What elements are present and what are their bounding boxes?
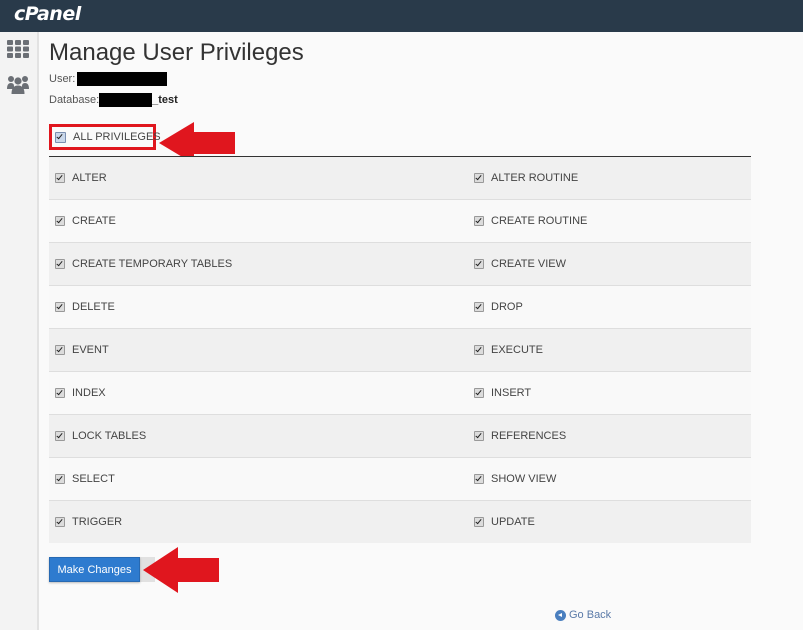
make-changes-button[interactable]: Make Changes	[49, 557, 140, 582]
privilege-checkbox-create-view[interactable]: CREATE VIEW	[468, 258, 751, 270]
table-row: ALTER ALTER ROUTINE	[49, 157, 751, 200]
privilege-checkbox-create-routine[interactable]: CREATE ROUTINE	[468, 215, 751, 227]
privilege-label: CREATE VIEW	[491, 258, 566, 270]
all-privileges-label: ALL PRIVILEGES	[73, 131, 161, 143]
checkbox-checked-icon[interactable]	[474, 388, 484, 398]
privilege-label: EXECUTE	[491, 344, 543, 356]
privilege-checkbox-select[interactable]: SELECT	[49, 473, 468, 485]
privilege-label: SELECT	[72, 473, 115, 485]
table-row: SELECT SHOW VIEW	[49, 458, 751, 501]
privilege-label: INSERT	[491, 387, 532, 399]
privilege-label: CREATE TEMPORARY TABLES	[72, 258, 233, 270]
privilege-checkbox-update[interactable]: UPDATE	[468, 516, 751, 528]
privilege-checkbox-index[interactable]: INDEX	[49, 387, 468, 399]
go-back-link[interactable]: Go Back	[555, 609, 611, 621]
privilege-checkbox-insert[interactable]: INSERT	[468, 387, 751, 399]
checkbox-checked-icon[interactable]	[55, 302, 65, 312]
user-line: User:	[49, 72, 168, 86]
privilege-checkbox-trigger[interactable]: TRIGGER	[49, 516, 468, 528]
checkbox-checked-icon[interactable]	[474, 173, 484, 183]
privilege-checkbox-create-temporary-tables[interactable]: CREATE TEMPORARY TABLES	[49, 258, 468, 270]
privileges-table: ALTER ALTER ROUTINE CREATE CREATE ROUTIN…	[49, 156, 751, 543]
privilege-checkbox-execute[interactable]: EXECUTE	[468, 344, 751, 356]
user-value-redacted	[77, 72, 168, 86]
privilege-checkbox-alter[interactable]: ALTER	[49, 172, 468, 184]
table-row: CREATE TEMPORARY TABLES CREATE VIEW	[49, 243, 751, 286]
table-row: TRIGGER UPDATE	[49, 501, 751, 543]
table-row: EVENT EXECUTE	[49, 329, 751, 372]
go-back-label: Go Back	[569, 609, 612, 621]
privilege-label: LOCK TABLES	[72, 430, 147, 442]
table-row: DELETE DROP	[49, 286, 751, 329]
checkbox-checked-icon[interactable]	[474, 517, 484, 527]
all-privileges-checkbox[interactable]: ALL PRIVILEGES	[49, 124, 161, 150]
sidebar	[0, 32, 39, 630]
checkbox-checked-icon[interactable]	[55, 345, 65, 355]
checkbox-checked-icon[interactable]	[55, 474, 65, 484]
privilege-label: EVENT	[72, 344, 109, 356]
arrow-circle-left-icon	[555, 609, 566, 621]
database-label: Database:	[49, 94, 100, 106]
privilege-label: CREATE	[72, 215, 116, 227]
checkbox-checked-icon[interactable]	[474, 474, 484, 484]
privilege-checkbox-delete[interactable]: DELETE	[49, 301, 468, 313]
privilege-label: REFERENCES	[491, 430, 567, 442]
checkbox-checked-icon[interactable]	[474, 302, 484, 312]
checkbox-checked-icon[interactable]	[474, 216, 484, 226]
make-changes-button-wrapper: Make Changes	[49, 557, 155, 582]
privilege-checkbox-drop[interactable]: DROP	[468, 301, 751, 313]
database-line: Database: _test	[49, 93, 178, 107]
privilege-label: INDEX	[72, 387, 106, 399]
privilege-label: ALTER ROUTINE	[491, 172, 579, 184]
checkbox-checked-icon[interactable]	[55, 259, 65, 269]
privilege-checkbox-create[interactable]: CREATE	[49, 215, 468, 227]
checkbox-checked-icon[interactable]	[55, 388, 65, 398]
table-row: CREATE CREATE ROUTINE	[49, 200, 751, 243]
top-header-bar: cPanel	[0, 0, 803, 32]
privilege-label: UPDATE	[491, 516, 535, 528]
checkbox-checked-icon[interactable]	[55, 517, 65, 527]
users-icon[interactable]	[7, 75, 29, 97]
table-row: INDEX INSERT	[49, 372, 751, 415]
privilege-checkbox-alter-routine[interactable]: ALTER ROUTINE	[468, 172, 751, 184]
checkbox-checked-icon[interactable]	[55, 216, 65, 226]
checkbox-checked-icon[interactable]	[55, 173, 65, 183]
user-label: User:	[49, 73, 76, 85]
privilege-checkbox-show-view[interactable]: SHOW VIEW	[468, 473, 751, 485]
page-title: Manage User Privileges	[49, 39, 304, 66]
privilege-label: ALTER	[72, 172, 107, 184]
database-value-redacted	[99, 93, 153, 107]
table-row: LOCK TABLES REFERENCES	[49, 415, 751, 458]
checkbox-checked-icon[interactable]	[474, 431, 484, 441]
checkbox-checked-icon[interactable]	[55, 131, 66, 143]
database-value-suffix: _test	[152, 94, 178, 106]
privilege-checkbox-event[interactable]: EVENT	[49, 344, 468, 356]
privilege-label: DROP	[491, 301, 523, 313]
checkbox-checked-icon[interactable]	[474, 345, 484, 355]
grid-icon[interactable]	[7, 40, 29, 62]
privilege-label: DELETE	[72, 301, 115, 313]
cpanel-logo[interactable]: cPanel	[14, 3, 81, 25]
privilege-label: TRIGGER	[72, 516, 123, 528]
privilege-label: SHOW VIEW	[491, 473, 557, 485]
privilege-label: CREATE ROUTINE	[491, 215, 588, 227]
privilege-checkbox-lock-tables[interactable]: LOCK TABLES	[49, 430, 468, 442]
privilege-checkbox-references[interactable]: REFERENCES	[468, 430, 751, 442]
checkbox-checked-icon[interactable]	[55, 431, 65, 441]
checkbox-checked-icon[interactable]	[474, 259, 484, 269]
annotation-arrow-icon	[143, 547, 219, 593]
